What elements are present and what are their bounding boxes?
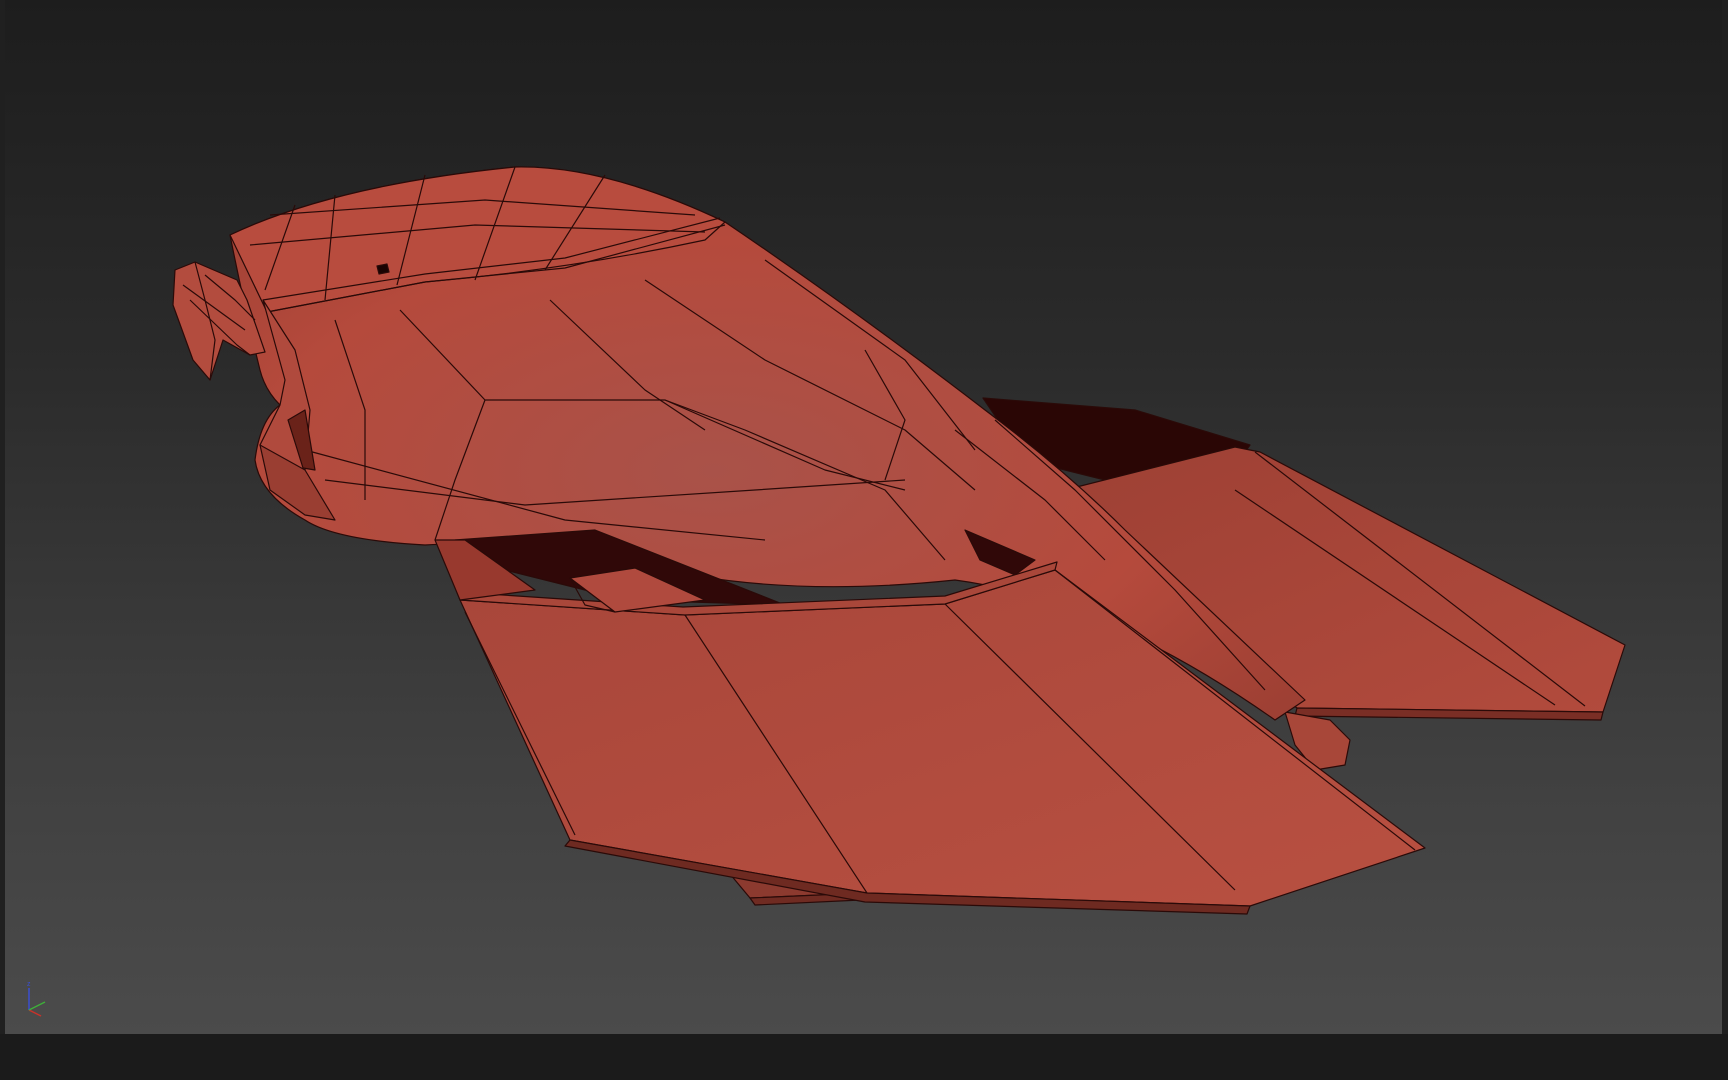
3d-modeling-app: z [0,0,1728,1080]
z-axis-label: z [27,981,31,988]
ship-model[interactable] [172,166,1626,915]
scene-render[interactable] [5,0,1722,1034]
x-axis-line [28,1009,42,1017]
axis-gizmo: z [27,981,46,1017]
viewport-right-border [1722,0,1728,1034]
bottom-status-bar [0,1034,1728,1080]
canopy-detail [376,263,390,275]
y-axis-line [28,1001,46,1011]
perspective-viewport[interactable]: z [5,0,1722,1034]
